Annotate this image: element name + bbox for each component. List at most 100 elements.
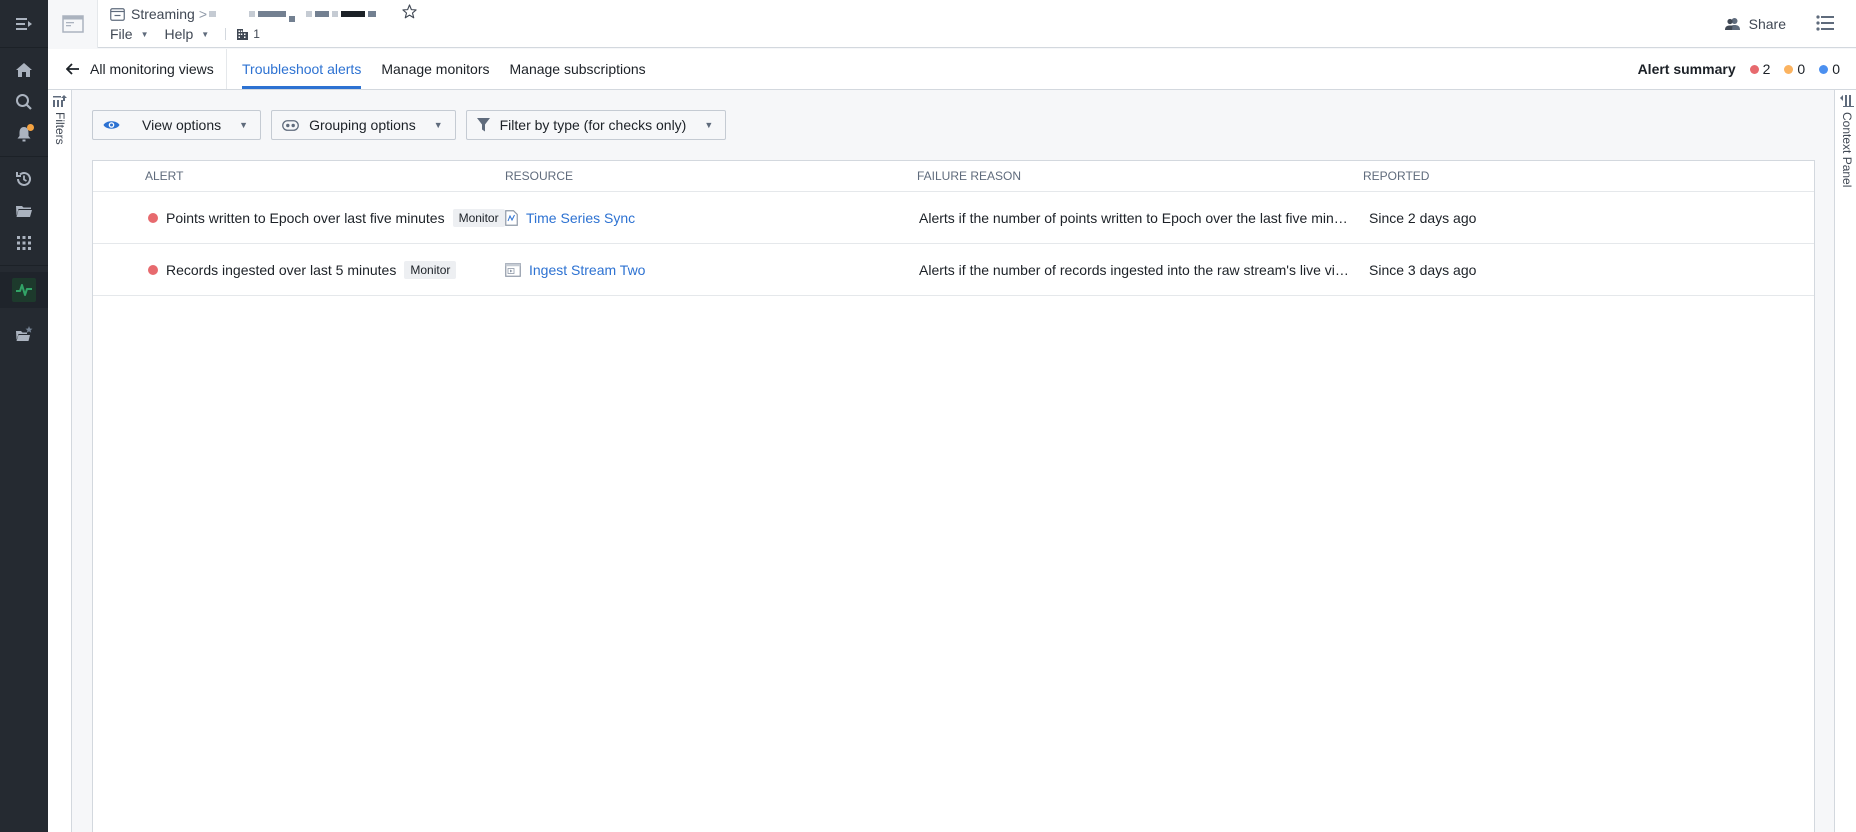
group-objects-icon	[282, 119, 299, 131]
search-icon	[16, 94, 32, 110]
caret-down-icon: ▼	[140, 29, 149, 39]
rail-notifications[interactable]	[0, 118, 48, 150]
favorite-button[interactable]	[402, 4, 417, 22]
app-window-icon	[61, 15, 84, 33]
monitoring-tabs: Troubleshoot alerts Manage monitors Mana…	[242, 49, 666, 89]
menu-help[interactable]: Help ▼	[164, 26, 209, 42]
subheader-divider	[226, 49, 227, 89]
time-series-file-icon	[505, 209, 518, 226]
resource-cell: Ingest Stream Two	[505, 262, 917, 278]
reported-cell: Since 3 days ago	[1363, 262, 1814, 278]
people-icon	[1724, 18, 1740, 30]
caret-down-icon: ▼	[239, 120, 249, 130]
view-options-button[interactable]: View options ▼	[92, 110, 262, 140]
grid-apps-icon	[17, 236, 31, 250]
failure-reason-cell: Alerts if the number of records ingested…	[917, 262, 1363, 278]
menu-file[interactable]: File ▼	[110, 26, 148, 42]
info-count: 0	[1832, 61, 1840, 77]
notification-badge	[27, 124, 34, 131]
building-icon	[237, 28, 249, 40]
warning-count: 0	[1797, 61, 1806, 77]
tab-manage-subscriptions[interactable]: Manage subscriptions	[510, 49, 646, 89]
header-actions: Share	[1724, 0, 1856, 48]
monitoring-subheader: All monitoring views Troubleshoot alerts…	[48, 49, 1856, 90]
pulse-icon	[16, 284, 32, 296]
app-header: Streaming > File ▼ Help ▼ 1 Share	[48, 0, 1856, 48]
column-header-failure-reason[interactable]: FAILURE REASON	[917, 169, 1363, 183]
properties-list-icon	[1816, 14, 1834, 31]
breadcrumb: Streaming >	[110, 4, 379, 24]
grouping-options-button[interactable]: Grouping options ▼	[271, 110, 456, 140]
rail-home[interactable]	[0, 54, 48, 86]
alert-cell: Records ingested over last 5 minutes Mon…	[93, 260, 505, 279]
grouping-options-label: Grouping options	[309, 117, 416, 133]
caret-down-icon: ▼	[704, 120, 714, 130]
folder-star-icon	[16, 326, 33, 341]
critical-count: 2	[1762, 61, 1771, 77]
properties-list-button[interactable]	[1816, 14, 1834, 34]
context-panel-toggle[interactable]: Context Panel	[1834, 90, 1856, 832]
home-icon	[16, 63, 32, 77]
rail-search[interactable]	[0, 86, 48, 118]
menu-expand-icon	[16, 17, 32, 30]
stream-folder-icon	[110, 7, 125, 21]
resource-link[interactable]: Ingest Stream Two	[529, 262, 645, 278]
menu-help-label: Help	[164, 26, 194, 42]
funnel-icon	[476, 118, 490, 132]
monitor-tag: Monitor	[404, 260, 457, 279]
table-row[interactable]: Points written to Epoch over last five m…	[93, 192, 1814, 244]
toggle-sidebar-button[interactable]	[48, 0, 98, 48]
critical-severity-icon	[148, 264, 158, 275]
table-header: ALERT RESOURCE FAILURE REASON REPORTED	[93, 161, 1814, 192]
alert-count-warning[interactable]: 0	[1784, 61, 1805, 77]
alert-summary: Alert summary 2 0 0	[1638, 49, 1840, 89]
app-rail	[0, 0, 48, 832]
reported-cell: Since 2 days ago	[1363, 210, 1814, 226]
breadcrumb-separator: >	[198, 6, 207, 22]
rail-history[interactable]	[0, 163, 48, 195]
folder-icon	[16, 206, 32, 217]
rail-apps[interactable]	[0, 227, 48, 259]
eye-icon	[103, 121, 120, 129]
critical-dot-icon	[1749, 64, 1759, 74]
breadcrumb-redacted-path[interactable]	[209, 6, 379, 22]
rail-favorites-folder[interactable]	[0, 318, 48, 350]
rail-monitoring-active	[12, 278, 36, 302]
rail-monitoring[interactable]	[0, 272, 48, 308]
failure-reason-text: Alerts if the number of records ingested…	[919, 261, 1353, 278]
star-icon	[402, 4, 417, 19]
column-header-reported[interactable]: REPORTED	[1363, 169, 1814, 183]
table-row[interactable]: Records ingested over last 5 minutes Mon…	[93, 244, 1814, 296]
column-header-resource[interactable]: RESOURCE	[505, 169, 917, 183]
back-to-monitoring-views[interactable]: All monitoring views	[66, 49, 214, 89]
rail-files[interactable]	[0, 195, 48, 227]
caret-down-icon: ▼	[433, 120, 443, 130]
alerts-toolbar: View options ▼ Grouping options ▼ Filter…	[92, 110, 727, 140]
filter-by-type-label: Filter by type (for checks only)	[499, 117, 687, 133]
alert-count-info[interactable]: 0	[1819, 61, 1840, 77]
alert-name: Points written to Epoch over last five m…	[166, 209, 445, 226]
expand-rail-button[interactable]	[0, 0, 48, 48]
filters-panel-toggle[interactable]: Filters	[48, 90, 72, 832]
tab-troubleshoot-alerts[interactable]: Troubleshoot alerts	[242, 49, 362, 89]
column-header-alert[interactable]: ALERT	[93, 169, 505, 183]
warning-dot-icon	[1784, 64, 1794, 74]
tab-manage-monitors[interactable]: Manage monitors	[381, 49, 489, 89]
breadcrumb-root[interactable]: Streaming	[131, 6, 195, 22]
share-label: Share	[1748, 16, 1786, 32]
monitor-tag: Monitor	[452, 208, 505, 227]
filter-by-type-button[interactable]: Filter by type (for checks only) ▼	[465, 110, 727, 140]
menu-file-label: File	[110, 26, 133, 42]
menu-divider	[225, 28, 227, 40]
organization-indicator[interactable]: 1	[236, 27, 260, 41]
back-label: All monitoring views	[90, 61, 214, 77]
alert-count-critical[interactable]: 2	[1749, 61, 1771, 77]
share-button[interactable]: Share	[1724, 16, 1786, 32]
reported-text: Since 3 days ago	[1369, 261, 1477, 278]
resource-cell: Time Series Sync	[505, 210, 917, 226]
rail-group-secondary	[0, 157, 48, 266]
critical-severity-icon	[148, 212, 158, 223]
resource-link[interactable]: Time Series Sync	[526, 210, 635, 226]
organization-count: 1	[253, 27, 260, 41]
alert-summary-label: Alert summary	[1637, 61, 1736, 77]
